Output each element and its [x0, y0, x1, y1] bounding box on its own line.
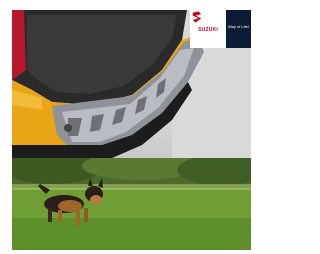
suzuki-s-logo-icon	[192, 11, 202, 23]
brand-name: SUZUKI	[198, 26, 218, 33]
car-bumper-photo: SUZUKI Way of Life!	[12, 10, 251, 158]
dog-photo	[12, 158, 251, 250]
ad-collage: SUZUKI Way of Life!	[12, 10, 251, 250]
brand-badge[interactable]: SUZUKI	[190, 10, 226, 48]
brand-tagline: Way of Life!	[228, 24, 249, 29]
